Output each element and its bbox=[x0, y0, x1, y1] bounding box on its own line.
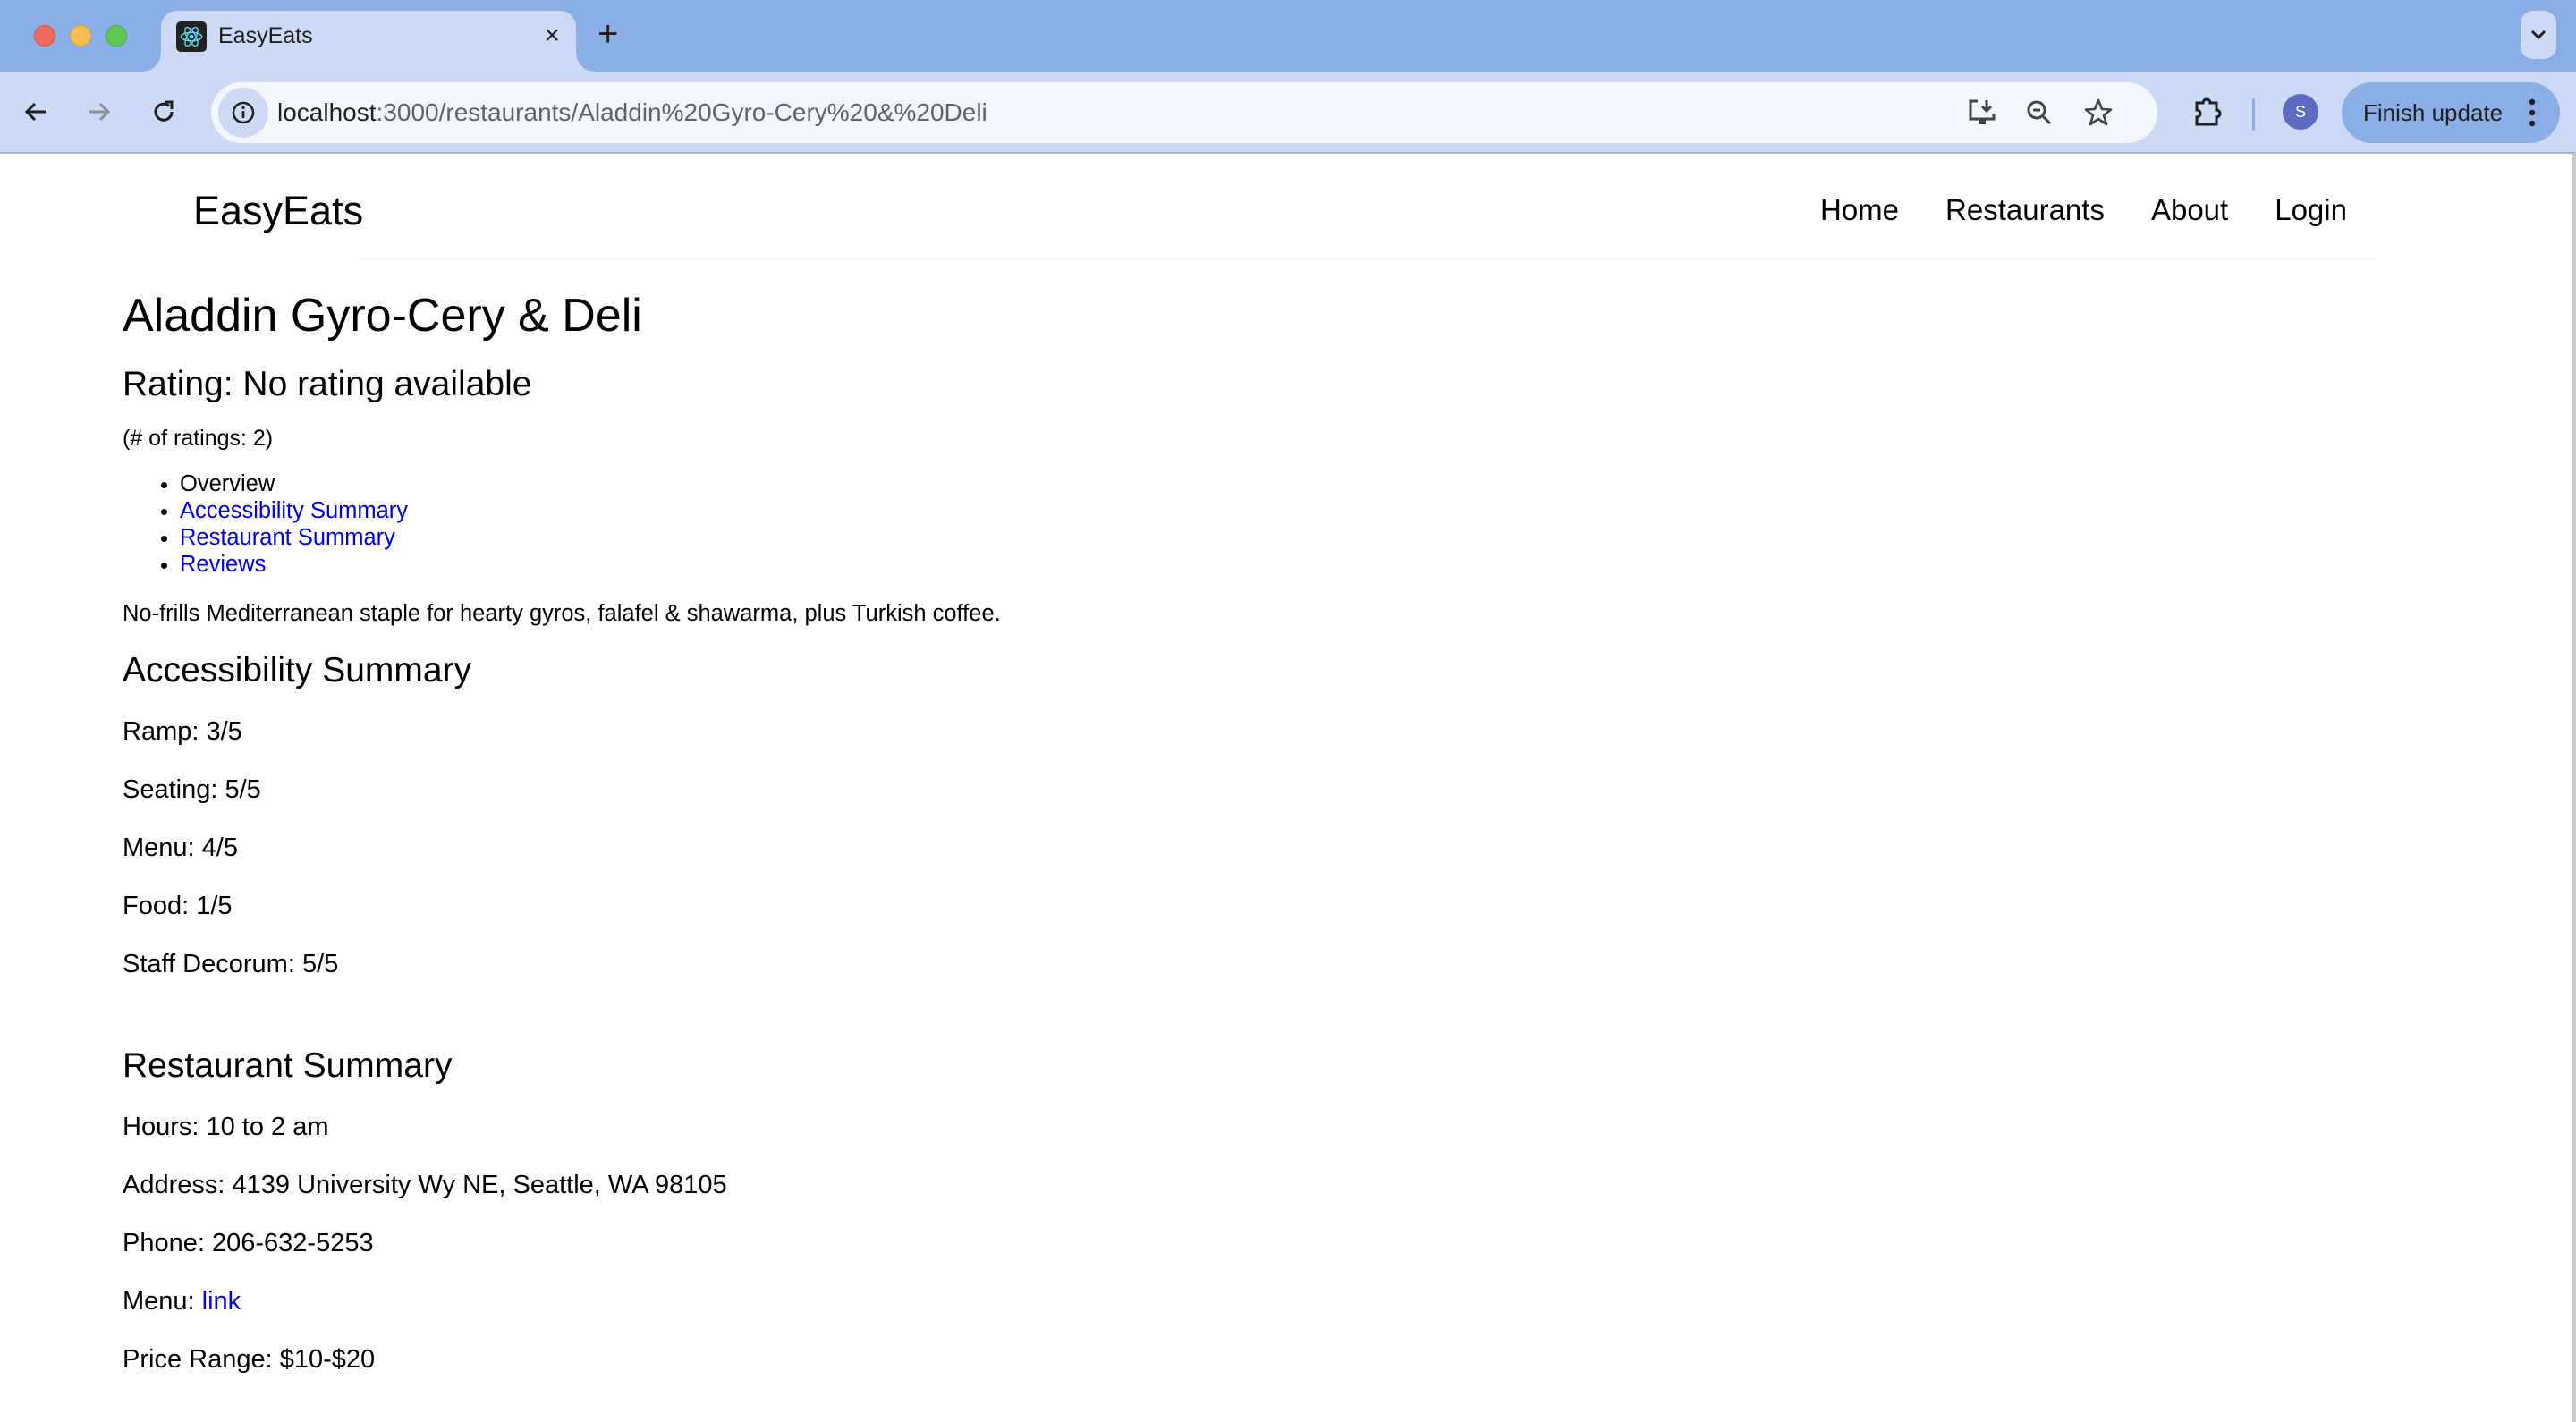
toolbar-divider bbox=[2252, 98, 2255, 131]
kebab-icon bbox=[2529, 98, 2536, 127]
address-value: 4139 University Wy NE, Seattle, WA 98105 bbox=[232, 1171, 727, 1199]
ratings-count: (# of ratings: 2) bbox=[123, 426, 274, 451]
restaurant-summary-section: Restaurant Summary Hours: 10 to 2 am Add… bbox=[123, 1045, 2448, 1375]
address-row: Address: 4139 University Wy NE, Seattle,… bbox=[123, 1169, 2448, 1201]
hours-row: Hours: 10 to 2 am bbox=[123, 1111, 2448, 1143]
react-logo-icon bbox=[176, 21, 207, 52]
finish-update-button[interactable]: Finish update bbox=[2342, 82, 2560, 143]
menu-row: Menu: link bbox=[123, 1285, 2448, 1317]
accessibility-item-ramp: Ramp: 3/5 bbox=[123, 717, 242, 746]
zoom-out-icon bbox=[2027, 100, 2052, 125]
restaurant-name: Aladdin Gyro-Cery & Deli bbox=[123, 290, 642, 342]
nav-home[interactable]: Home bbox=[1820, 193, 1899, 227]
tab-title: EasyEats bbox=[218, 23, 313, 48]
chevron-down-icon bbox=[2530, 30, 2546, 40]
new-tab-button[interactable]: + bbox=[597, 14, 618, 54]
toc-item-overview: Overview bbox=[180, 470, 2448, 497]
accessibility-item-food: Food: 1/5 bbox=[123, 892, 233, 920]
item-label: Menu bbox=[123, 834, 188, 862]
rating-heading: Rating: No rating available bbox=[123, 365, 532, 403]
item-score: 4/5 bbox=[201, 834, 238, 862]
nav-restaurants[interactable]: Restaurants bbox=[1945, 193, 2105, 227]
toc-item-accessibility: Accessibility Summary bbox=[180, 497, 2448, 524]
extensions-button[interactable] bbox=[2188, 93, 2227, 132]
item-score: 5/5 bbox=[225, 775, 261, 804]
accessibility-summary-section: Accessibility Summary Ramp: 3/5 Seating:… bbox=[123, 649, 2448, 980]
site-info-button[interactable] bbox=[218, 88, 268, 138]
tab-strip: EasyEats × + bbox=[0, 0, 2576, 72]
menu-link[interactable]: link bbox=[202, 1287, 242, 1316]
phone-value: 206-632-5253 bbox=[211, 1229, 374, 1257]
star-icon bbox=[2084, 98, 2113, 126]
restaurant-summary-heading: Restaurant Summary bbox=[123, 1046, 453, 1085]
reload-icon bbox=[154, 100, 174, 122]
item-label: Ramp bbox=[123, 717, 192, 746]
arrow-left-icon bbox=[24, 102, 46, 122]
url-path: :3000/restaurants/Aladdin%20Gyro-Cery%20… bbox=[376, 98, 987, 126]
browser-toolbar: localhost:3000/restaurants/Aladdin%20Gyr… bbox=[0, 72, 2576, 154]
hours-value: 10 to 2 am bbox=[206, 1113, 329, 1141]
hours-label: Hours: bbox=[123, 1113, 199, 1141]
item-label: Food bbox=[123, 892, 182, 920]
tab-close-icon[interactable]: × bbox=[544, 20, 560, 52]
zoom-button[interactable] bbox=[2021, 95, 2057, 131]
tab-search-button[interactable] bbox=[2521, 11, 2556, 59]
accessibility-item-menu: Menu: 4/5 bbox=[123, 834, 238, 862]
toc-overview-label: Overview bbox=[180, 471, 275, 496]
item-score: 5/5 bbox=[301, 950, 339, 978]
phone-label: Phone: bbox=[123, 1229, 205, 1257]
toc-accessibility-link[interactable]: Accessibility Summary bbox=[180, 498, 408, 523]
window-edge bbox=[2572, 154, 2576, 1422]
info-icon bbox=[232, 101, 255, 124]
header-divider bbox=[358, 258, 2376, 259]
nav-login[interactable]: Login bbox=[2275, 193, 2347, 227]
profile-avatar[interactable]: S bbox=[2283, 94, 2318, 130]
close-window-button[interactable] bbox=[34, 25, 55, 47]
price-range-row: Price Range: $10-$20 bbox=[123, 1343, 2448, 1375]
address-bar[interactable]: localhost:3000/restaurants/Aladdin%20Gyr… bbox=[211, 82, 2157, 143]
brand-logo-link[interactable]: EasyEats bbox=[193, 188, 363, 234]
item-label: Staff Decorum bbox=[123, 950, 288, 978]
restaurant-detail: Aladdin Gyro-Cery & Deli Rating: No rati… bbox=[123, 284, 2448, 1375]
item-score: 1/5 bbox=[196, 892, 233, 920]
section-nav: Overview Accessibility Summary Restauran… bbox=[180, 470, 2448, 578]
maximize-window-button[interactable] bbox=[106, 25, 127, 47]
minimize-window-button[interactable] bbox=[70, 25, 91, 47]
bookmark-button[interactable] bbox=[2080, 95, 2116, 131]
item-score: 3/5 bbox=[206, 717, 242, 746]
menu-label: Menu: bbox=[123, 1287, 195, 1316]
accessibility-item-seating: Seating: 5/5 bbox=[123, 775, 261, 804]
forward-button[interactable] bbox=[77, 89, 122, 134]
main-nav: Home Restaurants About Login bbox=[1820, 193, 2394, 227]
toc-restaurant-summary-link[interactable]: Restaurant Summary bbox=[180, 525, 395, 550]
accessibility-heading: Accessibility Summary bbox=[123, 651, 472, 690]
price-label: Price Range: bbox=[123, 1345, 273, 1374]
phone-row: Phone: 206-632-5253 bbox=[123, 1227, 2448, 1259]
finish-update-label: Finish update bbox=[2363, 98, 2504, 126]
site-header: EasyEats Home Restaurants About Login bbox=[0, 156, 2572, 259]
url-host: localhost bbox=[277, 98, 377, 126]
address-label: Address: bbox=[123, 1171, 225, 1199]
arrow-right-icon bbox=[89, 102, 111, 122]
item-label: Seating bbox=[123, 775, 211, 804]
accessibility-item-staff-decorum: Staff Decorum: 5/5 bbox=[123, 950, 339, 978]
tab-easyeats[interactable]: EasyEats × bbox=[143, 11, 594, 72]
reload-button[interactable] bbox=[141, 89, 186, 134]
toc-item-restaurant-summary: Restaurant Summary bbox=[180, 524, 2448, 551]
price-value: $10-$20 bbox=[279, 1345, 376, 1374]
back-button[interactable] bbox=[13, 89, 58, 134]
nav-about[interactable]: About bbox=[2151, 193, 2228, 227]
restaurant-description: No-frills Mediterranean staple for heart… bbox=[123, 601, 1001, 626]
toc-item-reviews: Reviews bbox=[180, 551, 2448, 578]
url-text[interactable]: localhost:3000/restaurants/Aladdin%20Gyr… bbox=[277, 98, 987, 127]
toc-reviews-link[interactable]: Reviews bbox=[180, 552, 266, 577]
install-app-button[interactable] bbox=[1964, 95, 2000, 131]
install-app-icon bbox=[1969, 99, 1996, 124]
puzzle-icon bbox=[2195, 97, 2222, 126]
